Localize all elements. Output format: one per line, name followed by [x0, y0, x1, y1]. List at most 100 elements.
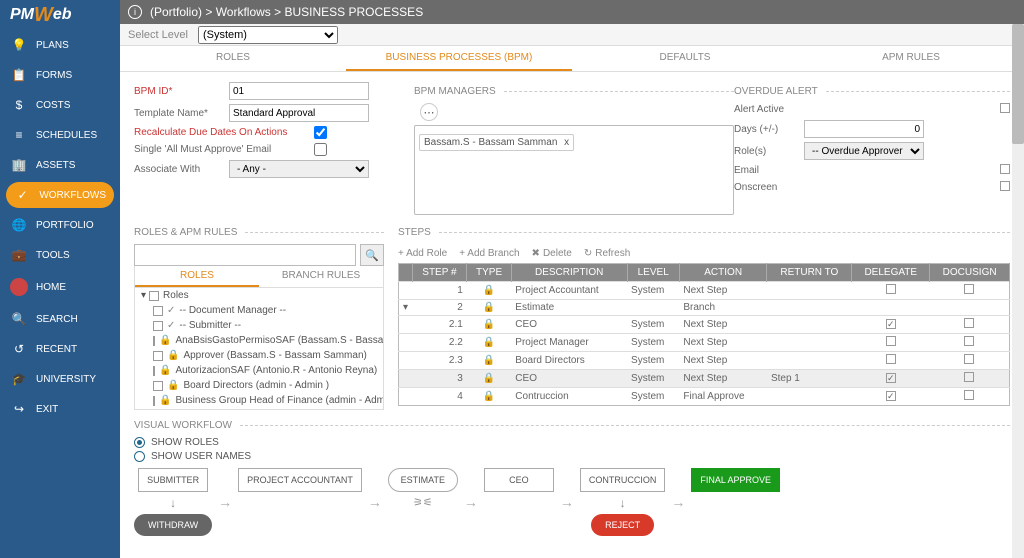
- flow-reject[interactable]: REJECT: [591, 514, 654, 536]
- steps-title: STEPS: [398, 227, 1010, 238]
- steps-grid[interactable]: STEP #TYPEDESCRIPTIONLEVELACTIONRETURN T…: [398, 263, 1010, 406]
- tree-item[interactable]: ✓-- Document Manager --: [135, 303, 383, 318]
- flow-pa[interactable]: PROJECT ACCOUNTANT: [238, 468, 362, 492]
- chip-remove-icon[interactable]: x: [564, 137, 569, 148]
- table-row[interactable]: 2.2🔒Project ManagerSystemNext Step: [399, 334, 1010, 352]
- roles-tree[interactable]: ▾Roles✓-- Document Manager --✓-- Submitt…: [134, 288, 384, 410]
- nav-plans[interactable]: 💡PLANS: [0, 30, 120, 60]
- flow-con[interactable]: CONTRUCCION: [580, 468, 666, 492]
- tree-item[interactable]: 🔒Business Group Head of Finance (admin -…: [135, 393, 383, 408]
- days-input[interactable]: [804, 120, 924, 138]
- show-roles-label: SHOW ROLES: [151, 437, 219, 448]
- steps-toolbar: + Add Role + Add Branch ✖ Delete ↻ Refre…: [398, 244, 1010, 263]
- nav-workflows[interactable]: ✓WORKFLOWS: [6, 182, 114, 208]
- table-row[interactable]: ▾2🔒EstimateBranch: [399, 300, 1010, 316]
- flow-final[interactable]: FINAL APPROVE: [691, 468, 780, 492]
- nav-schedules[interactable]: ≡SCHEDULES: [0, 120, 120, 150]
- flow-ceo[interactable]: CEO: [484, 468, 554, 492]
- bpmid-label: BPM ID*: [134, 86, 229, 97]
- bpmid-input[interactable]: [229, 82, 369, 100]
- arrow-icon: →: [560, 494, 574, 510]
- add-role-button[interactable]: + Add Role: [398, 248, 447, 259]
- flow-withdraw[interactable]: WITHDRAW: [134, 514, 212, 536]
- docusign-checkbox[interactable]: [964, 390, 974, 400]
- tree-item[interactable]: 🔒Board Directors (admin - Admin ): [135, 378, 383, 393]
- lock-icon: 🔒: [159, 335, 171, 346]
- select-level[interactable]: (System): [198, 26, 338, 44]
- tree-item[interactable]: 🔒AnaBsisGastoPermisoSAF (Bassam.S - Bass…: [135, 333, 383, 348]
- onscreen-checkbox[interactable]: [1000, 181, 1010, 191]
- nav-search[interactable]: 🔍SEARCH: [0, 304, 120, 334]
- singleall-checkbox[interactable]: [314, 143, 327, 156]
- branch-icon: ⚞⚟: [413, 496, 433, 509]
- nav-home[interactable]: HOME: [0, 270, 120, 304]
- flow-submitter[interactable]: SUBMITTER: [138, 468, 208, 492]
- delegate-checkbox[interactable]: [886, 336, 896, 346]
- show-roles-radio[interactable]: [134, 437, 145, 448]
- delegate-checkbox[interactable]: [886, 354, 896, 364]
- roles-select[interactable]: -- Overdue Approver --: [804, 142, 924, 160]
- recalc-checkbox[interactable]: [314, 126, 327, 139]
- flow-estimate[interactable]: ESTIMATE: [388, 468, 458, 492]
- tab-1[interactable]: BUSINESS PROCESSES (BPM): [346, 46, 572, 71]
- table-row[interactable]: 3🔒CEOSystemNext StepStep 1: [399, 370, 1010, 388]
- search-icon[interactable]: 🔍: [360, 244, 384, 266]
- tab-3[interactable]: APM RULES: [798, 46, 1024, 71]
- nav-workflows-icon: ✓: [14, 188, 31, 202]
- nav-recent[interactable]: ↺RECENT: [0, 334, 120, 364]
- lock-icon: 🔒: [483, 373, 495, 384]
- managers-more-icon[interactable]: ⋯: [420, 103, 438, 121]
- add-branch-button[interactable]: + Add Branch: [459, 248, 519, 259]
- nav-costs[interactable]: $COSTS: [0, 90, 120, 120]
- email-label: Email: [734, 165, 804, 176]
- tree-item[interactable]: 🔒AutorizacionSAF (Antonio.R - Antonio Re…: [135, 363, 383, 378]
- docusign-checkbox[interactable]: [964, 354, 974, 364]
- manager-chip[interactable]: Bassam.S - Bassam Samman x: [419, 134, 574, 151]
- roles-search-input[interactable]: [134, 244, 356, 266]
- refresh-button[interactable]: ↻ Refresh: [584, 248, 630, 259]
- tree-item[interactable]: ▾Roles: [135, 288, 383, 303]
- managers-box[interactable]: Bassam.S - Bassam Samman x: [414, 125, 734, 215]
- table-row[interactable]: 2.3🔒Board DirectorsSystemNext Step: [399, 352, 1010, 370]
- docusign-checkbox[interactable]: [964, 318, 974, 328]
- tab-0[interactable]: ROLES: [120, 46, 346, 71]
- docusign-checkbox[interactable]: [964, 284, 974, 294]
- nav-assets[interactable]: 🏢ASSETS: [0, 150, 120, 180]
- tree-item[interactable]: ✓-- Submitter --: [135, 318, 383, 333]
- tree-item[interactable]: 🔒Approver (Bassam.S - Bassam Samman): [135, 348, 383, 363]
- delegate-checkbox[interactable]: [886, 284, 896, 294]
- nav-exit[interactable]: ↪EXIT: [0, 394, 120, 424]
- nav-tools[interactable]: 💼TOOLS: [0, 240, 120, 270]
- nav-university[interactable]: 🎓UNIVERSITY: [0, 364, 120, 394]
- arrow-icon: →: [368, 494, 382, 510]
- template-input[interactable]: [229, 104, 369, 122]
- table-row[interactable]: 4🔒ContruccionSystemFinal Approve: [399, 388, 1010, 406]
- nav-costs-icon: $: [10, 98, 28, 112]
- docusign-checkbox[interactable]: [964, 372, 974, 382]
- nav-forms[interactable]: 📋FORMS: [0, 60, 120, 90]
- down-arrow-icon: ↓: [620, 496, 626, 510]
- lock-icon: 🔒: [483, 319, 495, 330]
- delegate-checkbox[interactable]: [886, 319, 896, 329]
- content: BPM ID* Template Name* Recalculate Due D…: [120, 72, 1024, 558]
- tab-2[interactable]: DEFAULTS: [572, 46, 798, 71]
- nav-portfolio[interactable]: 🌐PORTFOLIO: [0, 210, 120, 240]
- lock-icon: 🔒: [483, 285, 495, 296]
- lock-icon: 🔒: [159, 395, 171, 406]
- alert-active-label: Alert Active: [734, 104, 804, 115]
- associate-select[interactable]: - Any -: [229, 160, 369, 178]
- alert-active-checkbox[interactable]: [1000, 103, 1010, 113]
- table-row[interactable]: 1🔒Project AccountantSystemNext Step: [399, 282, 1010, 300]
- delegate-checkbox[interactable]: [886, 391, 896, 401]
- subtab-1[interactable]: BRANCH RULES: [259, 266, 383, 287]
- show-users-radio[interactable]: [134, 451, 145, 462]
- email-checkbox[interactable]: [1000, 164, 1010, 174]
- subtab-0[interactable]: ROLES: [135, 266, 259, 287]
- docusign-checkbox[interactable]: [964, 336, 974, 346]
- delegate-checkbox[interactable]: [886, 373, 896, 383]
- delete-button[interactable]: ✖ Delete: [532, 248, 572, 259]
- info-icon[interactable]: i: [128, 5, 142, 19]
- vertical-scrollbar[interactable]: [1012, 24, 1024, 558]
- table-row[interactable]: 2.1🔒CEOSystemNext Step: [399, 316, 1010, 334]
- breadcrumb: i (Portfolio) > Workflows > BUSINESS PRO…: [120, 0, 1024, 24]
